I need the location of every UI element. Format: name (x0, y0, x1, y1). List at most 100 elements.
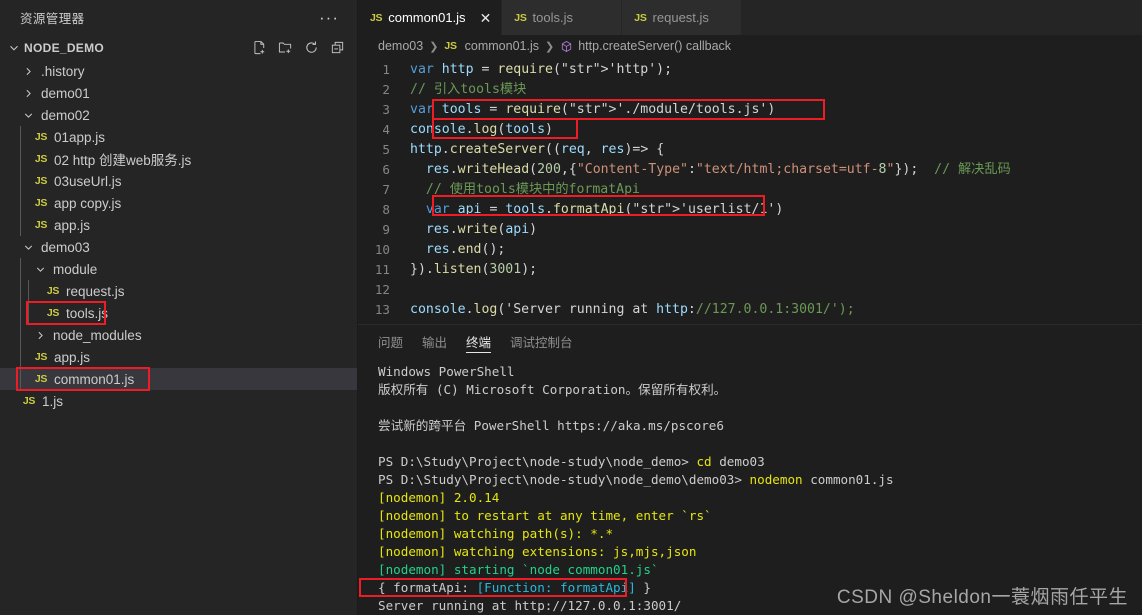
js-file-icon: JS (34, 219, 48, 231)
tree-item-label: 1.js (42, 393, 64, 409)
indent-guide (20, 258, 21, 280)
chevron-down-icon[interactable] (20, 107, 36, 123)
js-file-icon: JS (34, 197, 48, 209)
panel-tab-问题[interactable]: 问题 (378, 325, 403, 357)
terminal-line: [nodemon] to restart at any time, enter … (378, 508, 712, 523)
tree-file-app-js[interactable]: JS app.js (0, 346, 357, 368)
refresh-icon[interactable] (304, 40, 319, 55)
line-number: 8 (382, 202, 390, 217)
tree-file-01app-js[interactable]: JS 01app.js (0, 126, 357, 148)
line-number: 1 (382, 62, 390, 77)
panel-tab-终端[interactable]: 终端 (466, 325, 492, 357)
js-file-icon: JS (514, 11, 527, 24)
code-editor[interactable]: 1 var http = require("str">'http'); 2 // 引入… (358, 57, 1142, 324)
tree-item-label: common01.js (54, 371, 135, 387)
tree-item-label: demo02 (41, 107, 90, 123)
new-folder-icon[interactable] (278, 40, 293, 55)
tree-file-03useurl-js[interactable]: JS 03useUrl.js (0, 170, 357, 192)
vscode-window: 资源管理器 ··· NODE_DEMO .history demo01 demo… (0, 0, 1142, 615)
tree-folder-demo01[interactable]: demo01 (0, 82, 357, 104)
panel-tab-调试控制台[interactable]: 调试控制台 (510, 325, 573, 357)
tab-label: tools.js (532, 10, 574, 25)
line-content[interactable]: var api = tools.formatApi("str">'userlis… (410, 200, 783, 220)
chevron-right-icon[interactable] (32, 327, 48, 343)
close-icon[interactable]: ✕ (480, 11, 492, 25)
editor-tabbar: JS common01.js ✕ JS tools.js JS request.js (358, 0, 1142, 35)
tree-file-1-js[interactable]: JS 1.js (0, 390, 357, 412)
js-file-icon: JS (34, 175, 48, 187)
tree-file-request-js[interactable]: JS request.js (0, 280, 357, 302)
indent-guide (20, 368, 21, 390)
tab-label: common01.js (388, 10, 466, 25)
code-line: 9 res.write(api) (358, 220, 1142, 240)
js-file-icon: JS (444, 40, 457, 52)
line-content[interactable]: console.log('Server running at http://12… (410, 300, 855, 320)
chevron-right-icon[interactable] (20, 63, 36, 79)
line-number: 7 (382, 182, 390, 197)
tree-item-label: app.js (54, 217, 91, 233)
js-file-icon: JS (46, 285, 60, 297)
js-file-icon: JS (34, 351, 48, 363)
line-content[interactable]: res.write(api) (410, 220, 537, 240)
code-line: 2 // 引入tools模块 (358, 80, 1142, 100)
more-actions-icon[interactable]: ··· (313, 9, 345, 26)
line-content[interactable]: res.end(); (410, 240, 505, 260)
tree-file-02-http-web-js[interactable]: JS 02 http 创建web服务.js (0, 148, 357, 170)
code-line: 11 }).listen(3001); (358, 260, 1142, 280)
line-content[interactable]: }).listen(3001); (410, 260, 537, 280)
js-file-icon: JS (46, 307, 60, 319)
tree-folder-node-modules[interactable]: node_modules (0, 324, 357, 346)
tree-file-app-copy-js[interactable]: JS app copy.js (0, 192, 357, 214)
tree-file-tools-js[interactable]: JS tools.js (0, 302, 357, 324)
tree-folder-demo02[interactable]: demo02 (0, 104, 357, 126)
indent-guide (20, 192, 21, 214)
tree-item-label: app copy.js (54, 195, 122, 211)
breadcrumb-file[interactable]: common01.js (465, 39, 539, 53)
chevron-down-icon[interactable] (6, 40, 22, 56)
breadcrumb-symbol[interactable]: http.createServer() callback (578, 39, 731, 53)
code-line: 8 var api = tools.formatApi("str">'userl… (358, 200, 1142, 220)
terminal-line: [nodemon] watching path(s): *.* (378, 526, 614, 541)
new-file-icon[interactable] (252, 40, 267, 55)
terminal-line: Windows PowerShell (378, 364, 515, 379)
tree-folder--history[interactable]: .history (0, 60, 357, 82)
tabbar-filler (742, 0, 1142, 35)
terminal-output[interactable]: Windows PowerShell 版权所有 (C) Microsoft Cor… (358, 357, 1142, 615)
tree-file-app-js[interactable]: JS app.js (0, 214, 357, 236)
tree-file-common01-js[interactable]: JS common01.js (0, 368, 357, 390)
editor-tab-tools-js[interactable]: JS tools.js (502, 0, 623, 35)
indent-guide (20, 280, 21, 302)
explorer-root-row[interactable]: NODE_DEMO (0, 35, 357, 60)
line-content[interactable]: // 引入tools模块 (410, 80, 526, 100)
code-line: 13 console.log('Server running at http://… (358, 300, 1142, 320)
panel-tab-输出[interactable]: 输出 (422, 325, 447, 357)
chevron-down-icon[interactable] (20, 239, 36, 255)
collapse-all-icon[interactable] (330, 40, 345, 55)
js-file-icon: JS (370, 11, 383, 24)
editor-tab-common01-js[interactable]: JS common01.js ✕ (358, 0, 503, 35)
editor-tab-request-js[interactable]: JS request.js (622, 0, 743, 35)
tree-folder-module[interactable]: module (0, 258, 357, 280)
line-content[interactable]: // 使用tools模块中的formatApi (410, 180, 640, 200)
indent-guide (20, 126, 21, 148)
line-content[interactable]: console.log(tools) (410, 120, 553, 140)
line-content[interactable]: var tools = require("str">'./module/tool… (410, 100, 775, 120)
indent-guide (20, 346, 21, 368)
indent-guide (20, 170, 21, 192)
breadcrumb-folder[interactable]: demo03 (378, 39, 423, 53)
code-line: 4 console.log(tools) (358, 120, 1142, 140)
chevron-down-icon[interactable] (32, 261, 48, 277)
line-number: 11 (374, 262, 390, 277)
symbol-cube-icon (560, 40, 573, 53)
chevron-right-icon[interactable] (20, 85, 36, 101)
tree-item-label: 02 http 创建web服务.js (54, 153, 192, 168)
line-content[interactable]: http.createServer((req, res)=> { (410, 140, 664, 160)
line-content[interactable]: res.writeHead(200,{"Content-Type":"text/… (410, 160, 1011, 180)
tree-folder-demo03[interactable]: demo03 (0, 236, 357, 258)
terminal-line: [nodemon] 2.0.14 (378, 490, 500, 505)
code-line: 3 var tools = require("str">'./module/too… (358, 100, 1142, 120)
explorer-sidebar: 资源管理器 ··· NODE_DEMO .history demo01 demo… (0, 0, 358, 615)
line-number: 9 (382, 222, 390, 237)
terminal-line: 版权所有 (C) Microsoft Corporation。保留所有权利。 (378, 382, 727, 397)
line-content[interactable]: var http = require("str">'http'); (410, 60, 672, 80)
